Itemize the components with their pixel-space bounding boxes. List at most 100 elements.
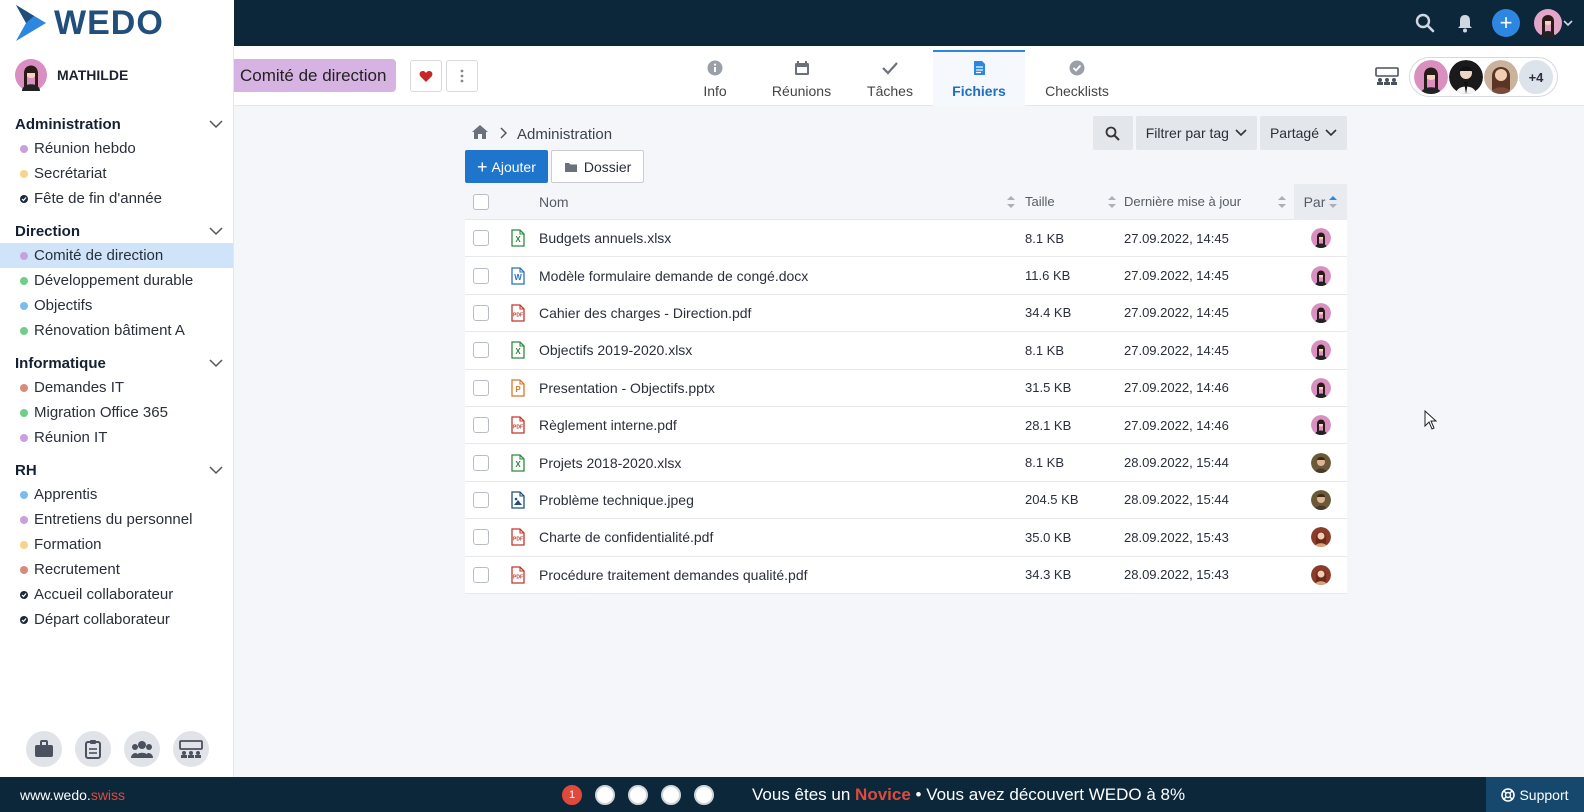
row-checkbox[interactable] <box>473 529 489 546</box>
table-row[interactable]: P Presentation - Objectifs.pptx 31.5 KB 27.… <box>465 370 1347 407</box>
bell-icon[interactable] <box>1452 7 1478 39</box>
sort-asc-icon <box>1329 195 1338 208</box>
file-name[interactable]: Modèle formulaire demande de congé.docx <box>539 268 808 284</box>
row-checkbox[interactable] <box>473 454 489 471</box>
sidebar-item[interactable]: Entretiens du personnel <box>0 507 233 532</box>
column-size[interactable]: Taille <box>1025 194 1124 209</box>
row-checkbox[interactable] <box>473 304 489 321</box>
meeting-board-icon[interactable] <box>173 731 209 767</box>
table-row[interactable]: PDF Règlement interne.pdf 28.1 KB 27.09.202… <box>465 407 1347 445</box>
progress-step[interactable]: 5 <box>694 785 714 805</box>
more-members-badge[interactable]: +4 <box>1519 60 1553 94</box>
table-row[interactable]: X Projets 2018-2020.xlsx 8.1 KB 28.09.2022,… <box>465 444 1347 482</box>
project-title[interactable]: Comité de direction <box>234 59 397 92</box>
progress-step[interactable]: 1 <box>562 785 582 805</box>
sidebar-item[interactable]: Développement durable <box>0 268 233 293</box>
sidebar-item[interactable]: Objectifs <box>0 293 233 318</box>
table-row[interactable]: W Modèle formulaire demande de congé.docx… <box>465 257 1347 295</box>
progress-step[interactable]: 3 <box>628 785 648 805</box>
user-menu[interactable] <box>1534 9 1574 37</box>
table-row[interactable]: PDF Charte de confidentialité.pdf 35.0 KB 2… <box>465 519 1347 557</box>
sidebar-item[interactable]: Migration Office 365 <box>0 400 233 425</box>
chevron-down-icon <box>209 358 223 367</box>
progress-step[interactable]: 4 <box>661 785 681 805</box>
site-link[interactable]: www.wedo.swiss <box>20 787 125 803</box>
file-name[interactable]: Problème technique.jpeg <box>539 492 694 508</box>
tab-checklists[interactable]: Checklists <box>1035 50 1119 106</box>
favorite-button[interactable] <box>410 60 442 92</box>
share-dropdown[interactable]: Partagé <box>1259 116 1347 150</box>
progress-step[interactable]: 2 <box>595 785 615 805</box>
tab-files[interactable]: Fichiers <box>933 50 1025 106</box>
sidebar-item[interactable]: Apprentis <box>0 482 233 507</box>
row-checkbox[interactable] <box>473 342 489 359</box>
sidebar-item[interactable]: Demandes IT <box>0 375 233 400</box>
row-checkbox[interactable] <box>473 379 489 396</box>
breadcrumb-current[interactable]: Administration <box>517 126 612 143</box>
sidebar-group-header[interactable]: Informatique <box>0 351 233 375</box>
sidebar-item[interactable]: Rénovation bâtiment A <box>0 318 233 343</box>
select-all-checkbox[interactable] <box>473 193 489 210</box>
file-name[interactable]: Budgets annuels.xlsx <box>539 230 671 246</box>
file-name[interactable]: Charte de confidentialité.pdf <box>539 529 713 545</box>
info-icon <box>707 57 723 79</box>
sidebar-group-header[interactable]: Direction <box>0 219 233 243</box>
more-options-button[interactable] <box>446 60 478 92</box>
plus-icon: + <box>477 156 488 177</box>
row-checkbox[interactable] <box>473 267 489 284</box>
column-by[interactable]: Par <box>1294 183 1347 220</box>
table-row[interactable]: Problème technique.jpeg 204.5 KB 28.09.202… <box>465 482 1347 520</box>
file-name[interactable]: Règlement interne.pdf <box>539 417 677 433</box>
avatar <box>1310 564 1331 585</box>
table-row[interactable]: X Budgets annuels.xlsx 8.1 KB 27.09.2022, 1… <box>465 220 1347 258</box>
clipboard-icon[interactable] <box>75 731 111 767</box>
new-folder-button[interactable]: Dossier <box>550 150 645 183</box>
sidebar-item[interactable]: Secrétariat <box>0 161 233 186</box>
add-circle-button[interactable]: + <box>1492 9 1520 37</box>
row-checkbox[interactable] <box>473 417 489 434</box>
search-icon[interactable] <box>1412 7 1438 39</box>
row-checkbox[interactable] <box>473 491 489 508</box>
sidebar-item[interactable]: Recrutement <box>0 557 233 582</box>
user-profile[interactable]: MATHILDE <box>0 46 233 104</box>
sidebar-item[interactable]: Réunion IT <box>0 425 233 450</box>
file-name[interactable]: Objectifs 2019-2020.xlsx <box>539 342 692 358</box>
sidebar-item[interactable]: Formation <box>0 532 233 557</box>
logo[interactable]: WEDO <box>0 0 234 46</box>
sidebar-item[interactable]: Départ collaborateur <box>0 607 233 632</box>
sidebar-group-header[interactable]: Administration <box>0 112 233 136</box>
file-name[interactable]: Procédure traitement demandes qualité.pd… <box>539 567 808 583</box>
briefcase-icon[interactable] <box>26 731 62 767</box>
row-checkbox[interactable] <box>473 230 489 247</box>
sidebar-item-label: Formation <box>34 536 102 553</box>
sidebar-group-header[interactable]: RH <box>0 458 233 482</box>
tab-meetings[interactable]: Réunions <box>759 50 844 106</box>
msg-prefix: Vous êtes un <box>752 785 851 804</box>
table-row[interactable]: PDF Procédure traitement demandes qualité… <box>465 557 1347 594</box>
project-members[interactable]: +4 <box>1409 57 1558 97</box>
home-icon[interactable] <box>471 124 489 144</box>
sidebar-item[interactable]: Fête de fin d'année <box>0 186 233 211</box>
row-checkbox[interactable] <box>473 566 489 583</box>
chevron-down-icon <box>1235 129 1247 137</box>
users-icon[interactable] <box>124 731 160 767</box>
avatar <box>1310 377 1331 398</box>
sidebar-item[interactable]: Réunion hebdo <box>0 136 233 161</box>
tab-label: Réunions <box>771 83 832 99</box>
add-file-button[interactable]: + Ajouter <box>465 150 548 183</box>
search-files-button[interactable] <box>1092 116 1133 150</box>
meeting-board-icon[interactable] <box>1375 66 1399 88</box>
file-name[interactable]: Projets 2018-2020.xlsx <box>539 455 681 471</box>
file-name[interactable]: Presentation - Objectifs.pptx <box>539 380 715 396</box>
file-name[interactable]: Cahier des charges - Direction.pdf <box>539 305 751 321</box>
tab-info[interactable]: Info <box>688 50 742 106</box>
sidebar-item[interactable]: Comité de direction <box>0 243 233 268</box>
support-button[interactable]: Support <box>1486 777 1584 812</box>
column-name[interactable]: Nom <box>539 194 1025 210</box>
sidebar-item[interactable]: Accueil collaborateur <box>0 582 233 607</box>
table-row[interactable]: X Objectifs 2019-2020.xlsx 8.1 KB 27.09.202… <box>465 332 1347 370</box>
tab-tasks[interactable]: Tâches <box>860 50 920 106</box>
filter-tag-dropdown[interactable]: Filtrer par tag <box>1135 116 1257 150</box>
column-updated[interactable]: Dernière mise à jour <box>1124 194 1294 209</box>
table-row[interactable]: PDF Cahier des charges - Direction.pdf 34.… <box>465 295 1347 333</box>
